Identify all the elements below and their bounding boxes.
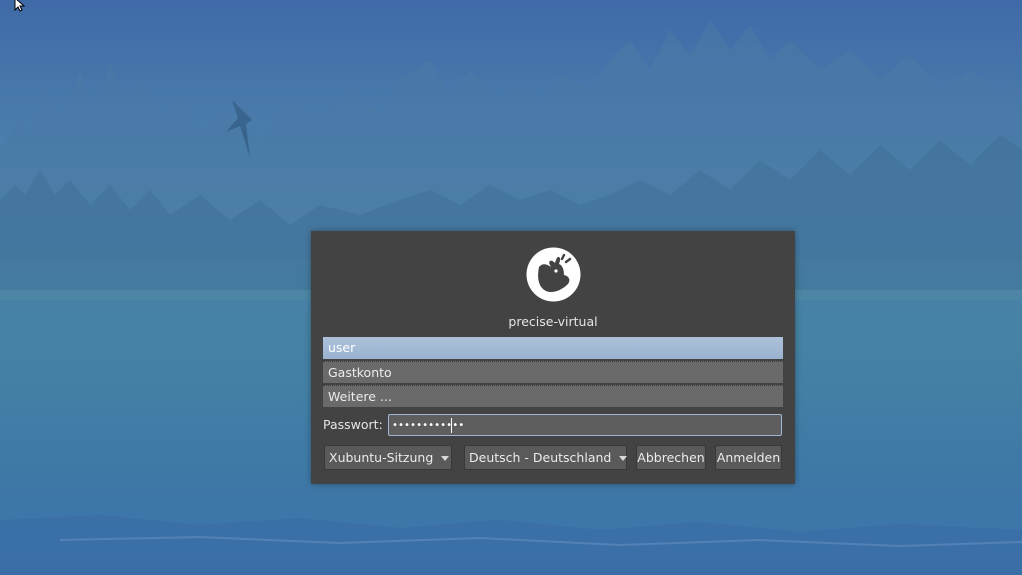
language-select-label: Deutsch - Deutschland <box>469 450 612 465</box>
user-item-guest[interactable]: Gastkonto <box>323 361 783 383</box>
user-item-other[interactable]: Weitere ... <box>323 385 783 407</box>
xfce-mouse-logo-icon <box>526 247 581 302</box>
desktop-background: precise-virtual user Gastkonto Weitere .… <box>0 0 1022 575</box>
chevron-down-icon <box>619 456 628 461</box>
user-list: user Gastkonto Weitere ... <box>323 337 783 409</box>
cancel-button[interactable]: Abbrechen <box>636 445 706 470</box>
text-caret <box>451 418 452 433</box>
user-item-user[interactable]: user <box>323 337 783 359</box>
chevron-down-icon <box>441 456 450 461</box>
session-select[interactable]: Xubuntu-Sitzung <box>324 445 452 470</box>
session-select-label: Xubuntu-Sitzung <box>329 450 434 465</box>
password-input[interactable] <box>388 414 782 436</box>
mouse-pointer-icon <box>14 0 26 12</box>
password-label: Passwort: <box>323 417 383 432</box>
language-select[interactable]: Deutsch - Deutschland <box>464 445 628 470</box>
hostname-label: precise-virtual <box>508 314 598 329</box>
login-dialog: precise-virtual user Gastkonto Weitere .… <box>311 231 795 484</box>
login-button[interactable]: Anmelden <box>715 445 782 470</box>
